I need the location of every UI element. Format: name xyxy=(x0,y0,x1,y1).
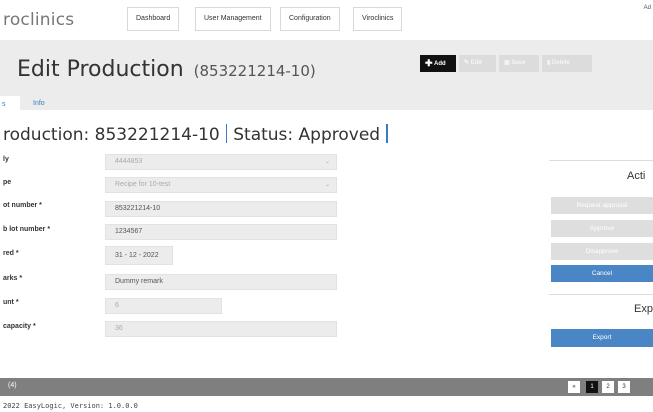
export-title: Exp xyxy=(634,303,653,315)
delete-label: Delete xyxy=(551,60,570,66)
save-button[interactable]: ▣ Save xyxy=(499,55,539,72)
add-label: Add xyxy=(434,61,446,67)
user-info[interactable]: Ad xyxy=(644,4,651,12)
disapprove-button[interactable]: Disapprove xyxy=(551,243,653,260)
divider xyxy=(225,124,228,143)
pencil-icon: ✎ xyxy=(464,60,470,66)
production-heading: roduction: 853221214-10 Status: Approved xyxy=(3,124,394,145)
copyright-text: 2022 EasyLogic, Version: 1.0.0.0 xyxy=(3,402,138,410)
actions-title: Acti xyxy=(627,170,646,182)
add-button[interactable]: ✚ Add xyxy=(420,55,456,72)
nav-configuration[interactable]: Configuration xyxy=(280,7,340,31)
type-value: Recipe for 10-test xyxy=(115,181,171,188)
user-name: Ad xyxy=(643,5,651,11)
edit-button[interactable]: ✎ Edit xyxy=(459,55,496,72)
field-label-capacity: capacity * xyxy=(3,323,36,330)
cancel-button[interactable]: Cancel xyxy=(551,265,653,282)
production-status: Status: Approved xyxy=(233,125,381,145)
field-label-lot-number: ot number * xyxy=(3,202,42,209)
save-label: Save xyxy=(511,60,526,66)
export-divider xyxy=(549,294,653,295)
nav-user-management[interactable]: User Management xyxy=(195,7,271,31)
top-navbar: roclinics Dashboard User Management Conf… xyxy=(0,0,653,40)
field-label-sub-lot-number: b lot number * xyxy=(3,226,51,233)
page-3-button[interactable]: 3 xyxy=(618,381,630,393)
lot-number-input[interactable]: 853221214-10 xyxy=(105,201,337,217)
field-label-family: ly xyxy=(3,156,9,163)
page-title: Edit Production (853221214-10) xyxy=(17,57,316,82)
field-label-amount: unt * xyxy=(3,299,19,306)
approve-button[interactable]: Approve xyxy=(551,220,653,237)
request-approval-button[interactable]: Request approval xyxy=(551,197,653,214)
edit-label: Edit xyxy=(470,60,483,66)
expiry-date-input[interactable]: 31 - 12 - 2022 xyxy=(105,246,173,265)
record-count: (4) xyxy=(8,382,17,389)
floppy-icon: ▣ xyxy=(504,60,510,66)
plus-icon: ✚ xyxy=(425,58,433,68)
delete-button[interactable]: ▮ Delete xyxy=(542,55,592,72)
field-label-remarks: arks * xyxy=(3,275,23,282)
chevron-down-icon: ⌄ xyxy=(324,159,330,165)
chevron-down-icon: ⌄ xyxy=(324,182,330,188)
field-label-type: pe xyxy=(3,179,12,186)
page-prev-button[interactable]: « xyxy=(568,381,580,393)
type-select[interactable]: Recipe for 10-test ⌄ xyxy=(105,177,337,193)
tab-info[interactable]: Info xyxy=(33,96,45,112)
sub-lot-number-input[interactable]: 1234567 xyxy=(105,224,337,240)
nav-viroclinics[interactable]: Viroclinics xyxy=(353,7,403,31)
export-button[interactable]: Export xyxy=(551,329,653,347)
actions-divider xyxy=(549,160,653,161)
page-title-text: Edit Production xyxy=(17,57,184,82)
brand-logo[interactable]: roclinics xyxy=(3,10,74,30)
divider xyxy=(386,124,388,143)
page-subtitle: (853221214-10) xyxy=(193,62,316,80)
nav-dashboard[interactable]: Dashboard xyxy=(127,7,180,31)
trash-icon: ▮ xyxy=(547,60,551,66)
family-select[interactable]: 4444853 ⌄ xyxy=(105,154,337,170)
footer-bar: (4) « 1 2 3 xyxy=(0,378,653,396)
amount-input[interactable]: 6 xyxy=(105,298,222,314)
production-number: roduction: 853221214-10 xyxy=(3,125,220,145)
page-2-button[interactable]: 2 xyxy=(602,381,614,393)
field-label-expired: red * xyxy=(3,250,19,257)
tab-details[interactable]: s xyxy=(0,96,20,114)
family-value: 4444853 xyxy=(115,158,143,165)
page-1-button[interactable]: 1 xyxy=(586,381,598,393)
remarks-input[interactable]: Dummy remark xyxy=(105,274,337,290)
capacity-input[interactable]: 36 xyxy=(105,321,337,337)
